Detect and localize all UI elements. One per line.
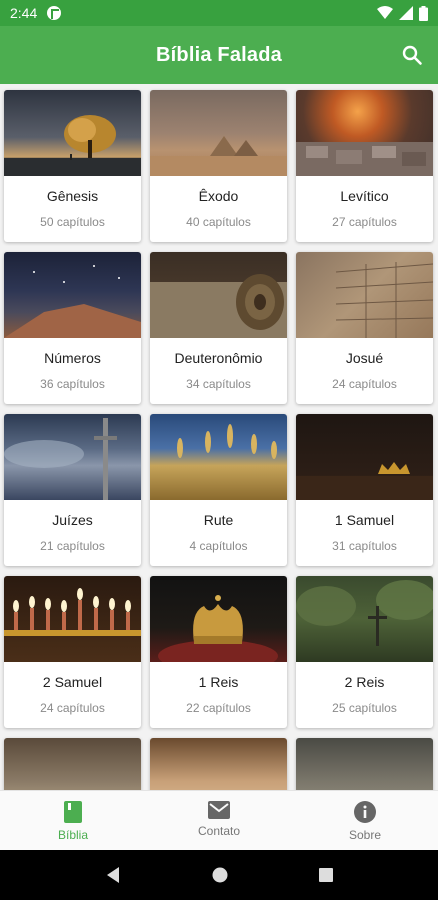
book-card-josue[interactable]: Josué 24 capítulos [296,252,433,404]
nav-label: Sobre [348,828,382,842]
system-nav-bar [0,850,438,900]
nav-label: Contato [197,824,241,838]
signal-icon [399,6,413,20]
book-chapters: 40 capítulos [186,215,251,229]
book-image [296,738,433,790]
book-name: 2 Reis [344,674,385,690]
home-icon[interactable] [212,867,228,883]
notification-icon [47,6,62,20]
book-chapters: 31 capítulos [332,539,397,553]
book-card-genesis[interactable]: Gênesis 50 capítulos [4,90,141,242]
book-image [4,738,141,790]
book-card-deuteronomio[interactable]: Deuteronômio 34 capítulos [150,252,287,404]
book-chapters: 21 capítulos [40,539,105,553]
book-chapters: 34 capítulos [186,377,251,391]
book-chapters: 4 capítulos [189,539,248,553]
book-chapters: 50 capítulos [40,215,105,229]
book-image-deuteronomio [150,252,287,338]
nav-label: Bíblia [57,828,89,842]
search-icon[interactable] [400,43,424,67]
book-name: 2 Samuel [42,674,103,690]
book-card[interactable] [4,738,141,790]
book-image-2-reis [296,576,433,662]
book-chapters: 24 capítulos [40,701,105,715]
book-image-1-samuel [296,414,433,500]
book-name: Deuteronômio [174,350,263,366]
book-image-josue [296,252,433,338]
book-image-levitico [296,90,433,176]
book-icon [64,801,82,823]
wifi-icon [377,6,393,19]
book-image-genesis [4,90,141,176]
bottom-navigation: Bíblia Contato Sobre [0,790,438,850]
book-name: 1 Samuel [334,512,395,528]
book-name: Levítico [340,188,389,204]
battery-icon [419,5,428,21]
info-icon [354,801,376,823]
book-card-juizes[interactable]: Juízes 21 capítulos [4,414,141,566]
status-bar: 2:44 [0,0,438,26]
book-card[interactable] [150,738,287,790]
book-chapters: 25 capítulos [332,701,397,715]
book-image-2-samuel [4,576,141,662]
book-name: Rute [203,512,234,528]
book-chapters: 22 capítulos [186,701,251,715]
book-name: Gênesis [46,188,99,204]
status-time: 2:44 [10,5,38,21]
book-image [150,738,287,790]
back-icon[interactable] [105,866,121,884]
book-card-1-reis[interactable]: 1 Reis 22 capítulos [150,576,287,728]
books-list[interactable]: Gênesis 50 capítulos Êxodo 40 capítulos [0,84,438,790]
book-card-2-reis[interactable]: 2 Reis 25 capítulos [296,576,433,728]
book-chapters: 27 capítulos [332,215,397,229]
book-image-1-reis [150,576,287,662]
book-card-rute[interactable]: Rute 4 capítulos [150,414,287,566]
book-card-numeros[interactable]: Números 36 capítulos [4,252,141,404]
book-image-juizes [4,414,141,500]
nav-biblia[interactable]: Bíblia [0,791,146,850]
book-image-rute [150,414,287,500]
book-card-levitico[interactable]: Levítico 27 capítulos [296,90,433,242]
book-card[interactable] [296,738,433,790]
recents-icon[interactable] [318,868,333,882]
book-name: Josué [345,350,384,366]
book-name: Êxodo [198,188,239,204]
book-image-exodo [150,90,287,176]
book-chapters: 36 capítulos [40,377,105,391]
book-name: 1 Reis [198,674,239,690]
book-name: Números [44,350,101,366]
nav-contato[interactable]: Contato [146,791,292,850]
app-bar: Bíblia Falada [0,26,438,84]
mail-icon [208,801,230,819]
book-card-2-samuel[interactable]: 2 Samuel 24 capítulos [4,576,141,728]
nav-sobre[interactable]: Sobre [292,791,438,850]
book-name: Juízes [52,512,93,528]
book-card-1-samuel[interactable]: 1 Samuel 31 capítulos [296,414,433,566]
book-image-numeros [4,252,141,338]
book-chapters: 24 capítulos [332,377,397,391]
page-title: Bíblia Falada [156,43,282,66]
book-card-exodo[interactable]: Êxodo 40 capítulos [150,90,287,242]
